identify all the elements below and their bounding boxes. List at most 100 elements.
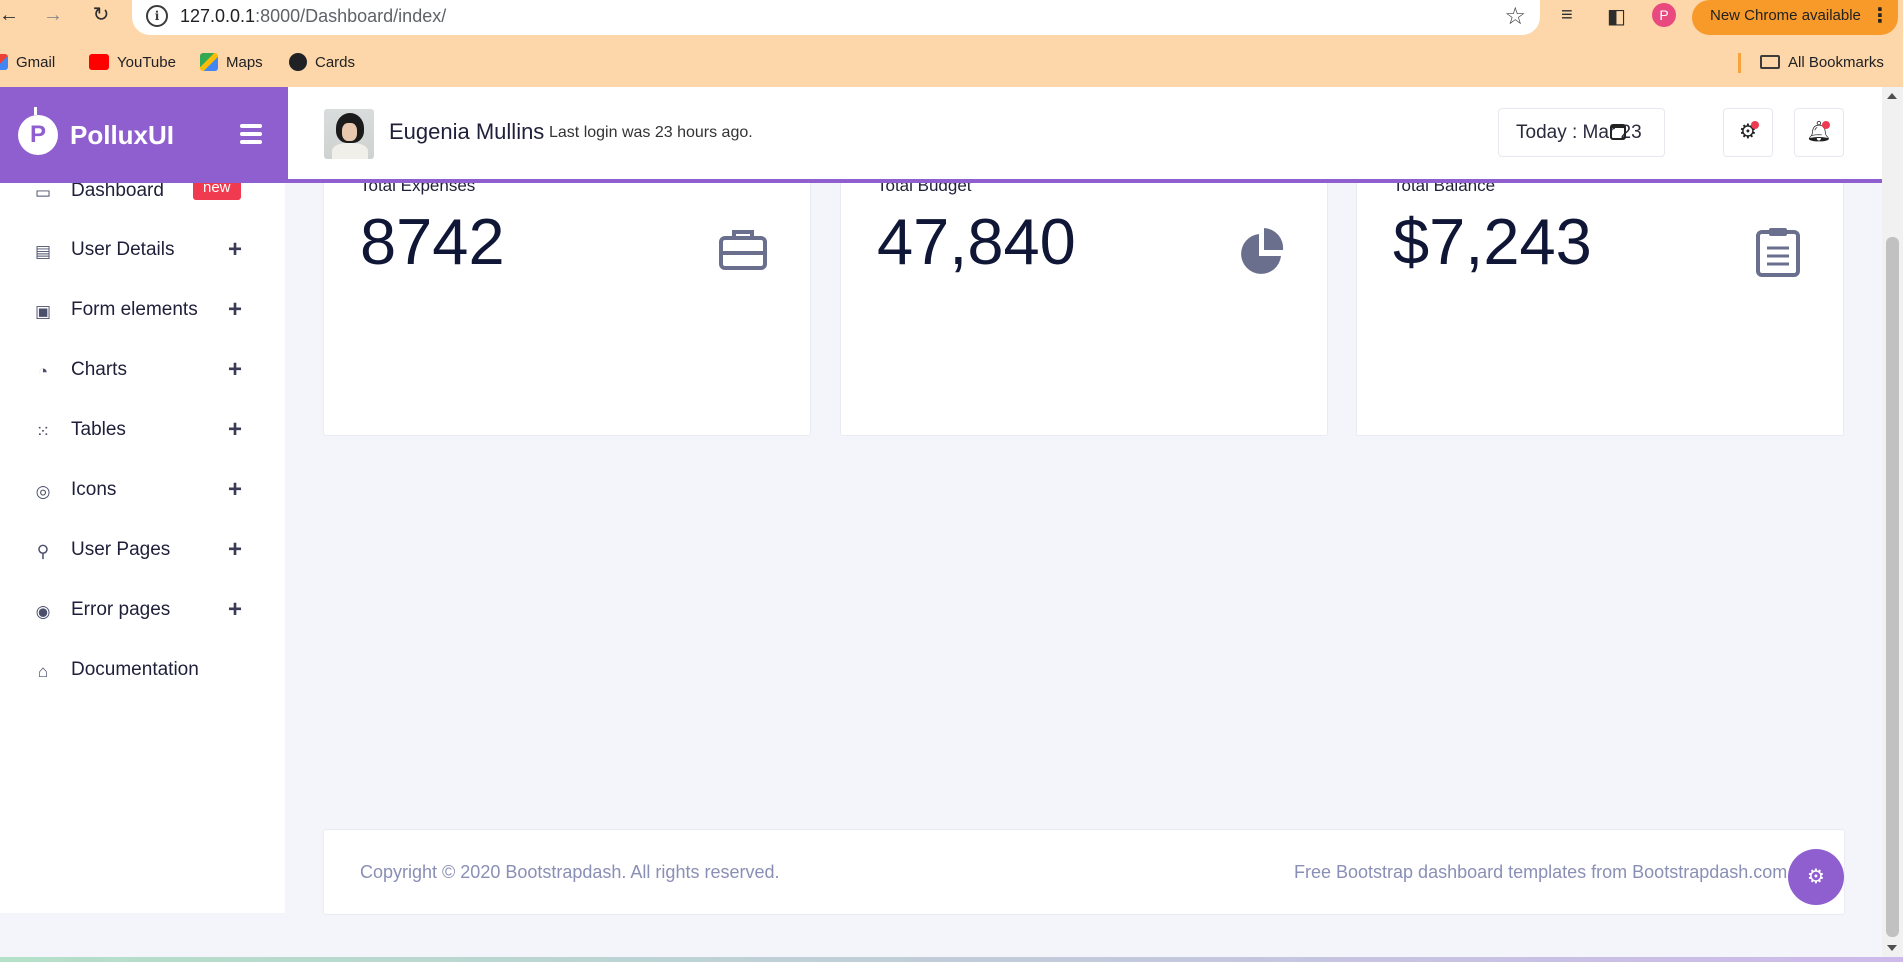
bookmark-label: Maps xyxy=(226,53,263,71)
notifications-button[interactable]: 🔔︎ xyxy=(1794,108,1844,157)
expand-plus-icon[interactable]: + xyxy=(228,596,242,624)
globe-icon: ◉ xyxy=(35,602,51,621)
grid-icon: ⁙ xyxy=(35,422,51,441)
bookmark-label: Cards xyxy=(315,53,356,71)
sidebar-item-label: Charts xyxy=(71,359,127,380)
bookmark-label: Gmail xyxy=(16,53,56,71)
url-text[interactable]: 127.0.0.1:8000/Dashboard/index/ xyxy=(180,6,446,27)
user-name: Eugenia Mullins xyxy=(389,119,545,144)
card-title: Total Balance xyxy=(1393,181,1496,195)
bookmarks-separator xyxy=(1738,53,1741,73)
gmail-icon xyxy=(0,54,8,70)
footer: Copyright © 2020 Bootstrapdash. All righ… xyxy=(323,829,1845,915)
browser-chrome: ← → ↻ i 127.0.0.1:8000/Dashboard/index/ … xyxy=(0,0,1903,87)
avatar[interactable] xyxy=(324,109,374,159)
notification-dot xyxy=(1822,121,1830,129)
hamburger-menu-icon[interactable] xyxy=(240,124,262,144)
sidebar-item-label: Tables xyxy=(71,419,126,440)
brand-name[interactable]: PolluxUI xyxy=(70,120,174,151)
sidebar-item-label: Icons xyxy=(71,479,117,500)
back-arrow-icon[interactable]: ← xyxy=(0,2,22,28)
sidebar-item-icons[interactable]: ◎ Icons + xyxy=(0,472,285,512)
forward-arrow-icon[interactable]: → xyxy=(40,2,66,28)
sidebar-item-documentation[interactable]: ⌂ Documentation xyxy=(0,652,285,692)
user-plus-icon: ⚲ xyxy=(36,542,50,561)
free-templates-link[interactable]: Free Bootstrap dashboard templates from … xyxy=(1294,862,1787,883)
pie-chart-icon xyxy=(1241,228,1284,274)
new-chrome-available-button[interactable]: New Chrome available ⋮ xyxy=(1692,0,1898,35)
settings-fab-button[interactable]: ⚙ xyxy=(1788,849,1844,905)
last-login-text: Last login was 23 hours ago. xyxy=(549,124,753,141)
bookmark-label: YouTube xyxy=(117,53,176,71)
sidebar-item-user-details[interactable]: ▤ User Details + xyxy=(0,232,285,272)
sidebar-item-label: Error pages xyxy=(71,599,171,620)
folder-icon xyxy=(1760,55,1780,69)
gear-icon: ⚙ xyxy=(1807,866,1825,888)
sidebar-item-error-pages[interactable]: ◉ Error pages + xyxy=(0,592,285,632)
scroll-down-arrow-icon[interactable] xyxy=(1887,945,1897,951)
card-total-expenses: Total Expenses 8742 xyxy=(323,181,811,436)
all-bookmarks-label: All Bookmarks xyxy=(1788,53,1884,71)
all-bookmarks-button[interactable]: All Bookmarks xyxy=(1760,49,1884,75)
today-date-button[interactable]: Today : Mar 23 xyxy=(1498,108,1665,157)
url-path: :8000/Dashboard/index/ xyxy=(255,6,447,26)
sidebar-item-label: User Pages xyxy=(71,539,171,560)
sidebar: ▭ Dashboard new ▤ User Details + ▣ Form … xyxy=(0,177,285,913)
address-bar[interactable]: i 127.0.0.1:8000/Dashboard/index/ ☆ xyxy=(132,0,1540,35)
sidebar-item-charts[interactable]: ◔ Charts + xyxy=(0,352,285,392)
sidebar-item-label: Documentation xyxy=(71,659,199,680)
expand-plus-icon[interactable]: + xyxy=(228,356,242,384)
expand-plus-icon[interactable]: + xyxy=(228,476,242,504)
bookmark-maps[interactable]: Maps xyxy=(200,49,263,75)
bookmark-youtube[interactable]: YouTube xyxy=(89,49,176,75)
calendar-icon xyxy=(1610,124,1626,140)
sidebar-item-label: User Details xyxy=(71,239,175,260)
card-value: $7,243 xyxy=(1393,205,1592,278)
monitor-icon: ▭ xyxy=(34,183,52,202)
card-total-budget: Total Budget 47,840 xyxy=(840,181,1328,436)
globe-icon xyxy=(289,53,307,71)
copyright-text: Copyright © 2020 Bootstrapdash. All righ… xyxy=(360,862,780,882)
bookmarks-bar: Gmail YouTube Maps Cards All Bookmarks xyxy=(0,49,1903,75)
card-value: 8742 xyxy=(360,205,505,278)
update-label: New Chrome available xyxy=(1710,7,1861,24)
scroll-thumb[interactable] xyxy=(1886,237,1899,937)
maps-icon xyxy=(200,53,218,71)
briefcase-icon xyxy=(719,230,767,270)
bookmark-cards[interactable]: Cards xyxy=(289,49,355,75)
card-title: Total Budget xyxy=(877,181,972,195)
expand-plus-icon[interactable]: + xyxy=(228,296,242,324)
document-icon: ▤ xyxy=(34,242,52,261)
bookmark-star-icon[interactable]: ☆ xyxy=(1504,2,1526,31)
sidebar-item-user-pages[interactable]: ⚲ User Pages + xyxy=(0,532,285,572)
sidebar-item-form-elements[interactable]: ▣ Form elements + xyxy=(0,292,285,332)
reading-list-icon[interactable]: ≡ xyxy=(1561,4,1573,27)
reload-icon[interactable]: ↻ xyxy=(88,2,114,28)
sidebar-item-tables[interactable]: ⁙ Tables + xyxy=(0,412,285,452)
kebab-menu-icon[interactable]: ⋮ xyxy=(1870,0,1890,32)
pollux-logo-icon[interactable]: P xyxy=(18,107,58,155)
scroll-up-arrow-icon[interactable] xyxy=(1887,93,1897,99)
site-info-icon[interactable]: i xyxy=(146,5,168,27)
expand-plus-icon[interactable]: + xyxy=(228,536,242,564)
side-panel-icon[interactable]: ◧ xyxy=(1607,4,1626,29)
notification-dot xyxy=(1751,121,1759,129)
graduation-cap-icon: ⌂ xyxy=(37,662,49,681)
brand-area: P PolluxUI xyxy=(0,87,288,183)
card-total-balance: Total Balance $7,243 xyxy=(1356,181,1844,436)
pie-chart-icon: ◔ xyxy=(37,362,49,381)
card-value: 47,840 xyxy=(877,205,1076,278)
expand-plus-icon[interactable]: + xyxy=(228,416,242,444)
compass-icon: ◎ xyxy=(35,482,51,501)
clipboard-icon xyxy=(1756,228,1800,277)
profile-avatar[interactable]: P xyxy=(1652,3,1676,27)
settings-button[interactable]: ⚙ xyxy=(1723,108,1773,157)
expand-plus-icon[interactable]: + xyxy=(228,236,242,264)
taskbar-strip xyxy=(0,957,1903,962)
youtube-icon xyxy=(89,54,109,70)
page-scrollbar[interactable] xyxy=(1882,87,1903,957)
form-icon: ▣ xyxy=(34,302,52,321)
sidebar-item-label: Form elements xyxy=(71,299,198,320)
bookmark-gmail[interactable]: Gmail xyxy=(0,49,55,75)
sidebar-item-label: Dashboard xyxy=(71,180,164,201)
